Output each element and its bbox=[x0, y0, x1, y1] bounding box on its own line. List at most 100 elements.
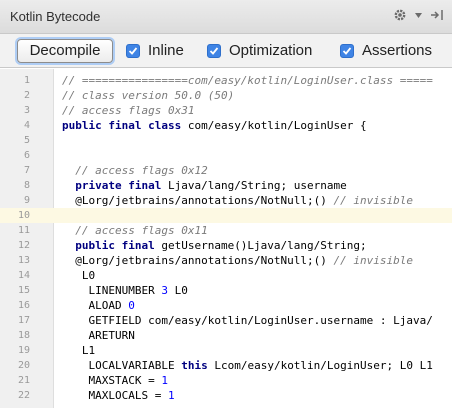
code-text: // access flags 0x11 bbox=[62, 223, 208, 238]
code-line[interactable]: 2 // class version 50.0 (50) bbox=[0, 88, 452, 103]
checkmark-icon bbox=[207, 43, 221, 58]
code-text: @Lorg/jetbrains/annotations/NotNull;() /… bbox=[62, 193, 413, 208]
code-text: ARETURN bbox=[62, 328, 135, 343]
code-text: GETFIELD com/easy/kotlin/LoginUser.usern… bbox=[62, 313, 433, 328]
chevron-down-icon[interactable] bbox=[415, 12, 422, 18]
code-token: @Lorg/jetbrains/annotations/NotNull;() bbox=[62, 254, 334, 267]
code-token: Lcom/easy/kotlin/LoginUser; L0 L1 bbox=[207, 359, 433, 372]
code-text: L1 bbox=[62, 343, 95, 358]
gear-icon[interactable] bbox=[393, 8, 407, 22]
assertions-label: Assertions bbox=[362, 42, 433, 59]
code-token: 1 bbox=[167, 389, 175, 402]
code-text: public final getUsername()Ljava/lang/Str… bbox=[62, 238, 367, 253]
code-token: ALOAD bbox=[62, 299, 129, 312]
code-token: // invisible bbox=[333, 194, 414, 207]
code-token: L0 bbox=[167, 284, 188, 297]
code-token: // access flags 0x11 bbox=[62, 224, 208, 237]
tool-window-header: Kotlin Bytecode bbox=[0, 0, 452, 34]
line-number: 10 bbox=[17, 210, 30, 221]
code-line[interactable]: 15 LINENUMBER 3 L0 bbox=[0, 283, 452, 298]
code-token: LOCALVARIABLE bbox=[62, 359, 182, 372]
code-text: ALOAD 0 bbox=[62, 298, 135, 313]
code-line[interactable]: 20 LOCALVARIABLE this Lcom/easy/kotlin/L… bbox=[0, 358, 452, 373]
line-number: 6 bbox=[23, 150, 30, 161]
line-number: 12 bbox=[17, 240, 30, 251]
code-token: // invisible bbox=[333, 254, 414, 267]
optimization-checkbox[interactable]: Optimization bbox=[207, 42, 312, 59]
line-number: 16 bbox=[17, 300, 30, 311]
code-token: ARETURN bbox=[62, 329, 135, 342]
inline-label: Inline bbox=[148, 42, 184, 59]
code-line[interactable]: 10 bbox=[0, 208, 452, 223]
line-number: 19 bbox=[17, 345, 30, 356]
code-token: LINENUMBER bbox=[62, 284, 162, 297]
code-token: @Lorg/jetbrains/annotations/NotNull;() bbox=[62, 194, 334, 207]
code-text: private final Ljava/lang/String; usernam… bbox=[62, 178, 347, 193]
line-number: 5 bbox=[23, 135, 30, 146]
code-token: com/easy/kotlin/LoginUser { bbox=[181, 119, 367, 132]
code-text: MAXLOCALS = 1 bbox=[62, 388, 175, 403]
inline-checkbox[interactable]: Inline bbox=[126, 42, 184, 59]
code-token: private final bbox=[62, 179, 162, 192]
code-token: public final class bbox=[62, 119, 182, 132]
code-token: 0 bbox=[128, 299, 135, 312]
line-number: 22 bbox=[17, 390, 30, 401]
code-line[interactable]: 7 // access flags 0x12 bbox=[0, 163, 452, 178]
line-number: 18 bbox=[17, 330, 30, 341]
code-text: LOCALVARIABLE this Lcom/easy/kotlin/Logi… bbox=[62, 358, 433, 373]
bytecode-editor[interactable]: 1 // ================com/easy/kotlin/Logi… bbox=[0, 69, 452, 408]
code-text: // access flags 0x31 bbox=[62, 103, 194, 118]
code-text: LINENUMBER 3 L0 bbox=[62, 283, 188, 298]
code-line[interactable]: 19 L1 bbox=[0, 343, 452, 358]
header-actions bbox=[393, 8, 444, 22]
code-line[interactable]: 16 ALOAD 0 bbox=[0, 298, 452, 313]
code-line[interactable]: 12 public final getUsername()Ljava/lang/… bbox=[0, 238, 452, 253]
code-line[interactable]: 13 @Lorg/jetbrains/annotations/NotNull;(… bbox=[0, 253, 452, 268]
code-token: getUsername()Ljava/lang/String; bbox=[154, 239, 367, 252]
line-number: 4 bbox=[23, 120, 30, 131]
code-text: // class version 50.0 (50) bbox=[62, 88, 234, 103]
code-line[interactable]: 9 @Lorg/jetbrains/annotations/NotNull;()… bbox=[0, 193, 452, 208]
line-number: 3 bbox=[23, 105, 30, 116]
code-text: // access flags 0x12 bbox=[62, 163, 208, 178]
code-line[interactable]: 21 MAXSTACK = 1 bbox=[0, 373, 452, 388]
code-token: 3 bbox=[161, 284, 168, 297]
code-line[interactable]: 6 bbox=[0, 148, 452, 163]
code-line[interactable]: 3 // access flags 0x31 bbox=[0, 103, 452, 118]
decompile-button[interactable]: Decompile bbox=[17, 39, 113, 63]
code-line[interactable]: 5 bbox=[0, 133, 452, 148]
code-line[interactable]: 1 // ================com/easy/kotlin/Logi… bbox=[0, 73, 452, 88]
code-token: 1 bbox=[161, 374, 168, 387]
code-token: this bbox=[181, 359, 208, 372]
line-number: 15 bbox=[17, 285, 30, 296]
hide-panel-icon[interactable] bbox=[430, 8, 444, 22]
code-token: // access flags 0x31 bbox=[62, 104, 195, 117]
line-number: 11 bbox=[17, 225, 30, 236]
line-number: 17 bbox=[17, 315, 30, 326]
code-text: L0 bbox=[62, 268, 95, 283]
code-token: L0 bbox=[62, 269, 96, 282]
code-line[interactable]: 14 L0 bbox=[0, 268, 452, 283]
code-line[interactable]: 8 private final Ljava/lang/String; usern… bbox=[0, 178, 452, 193]
optimization-label: Optimization bbox=[229, 42, 313, 59]
line-number: 14 bbox=[17, 270, 30, 281]
code-line[interactable]: 4 public final class com/easy/kotlin/Logi… bbox=[0, 118, 452, 133]
code-token: // access flags 0x12 bbox=[62, 164, 208, 177]
line-number: 8 bbox=[23, 180, 30, 191]
code-token: // class version 50.0 (50) bbox=[62, 89, 235, 102]
assertions-checkbox[interactable]: Assertions bbox=[340, 42, 432, 59]
code-text: MAXSTACK = 1 bbox=[62, 373, 168, 388]
code-token: // ================com/easy/kotlin/Login… bbox=[62, 74, 433, 87]
code-text: // ================com/easy/kotlin/Login… bbox=[62, 73, 433, 88]
code-line[interactable]: 11 // access flags 0x11 bbox=[0, 223, 452, 238]
code-line[interactable]: 18 ARETURN bbox=[0, 328, 452, 343]
code-line[interactable]: 17 GETFIELD com/easy/kotlin/LoginUser.us… bbox=[0, 313, 452, 328]
code-token: Ljava/lang/String; username bbox=[161, 179, 347, 192]
line-number: 1 bbox=[23, 75, 30, 86]
code-token: GETFIELD com/easy/kotlin/LoginUser.usern… bbox=[62, 314, 433, 327]
code-token: MAXLOCALS = bbox=[62, 389, 168, 402]
code-text: public final class com/easy/kotlin/Login… bbox=[62, 118, 367, 133]
line-number: 2 bbox=[23, 90, 30, 101]
code-token: MAXSTACK = bbox=[62, 374, 162, 387]
code-line[interactable]: 22 MAXLOCALS = 1 bbox=[0, 388, 452, 403]
